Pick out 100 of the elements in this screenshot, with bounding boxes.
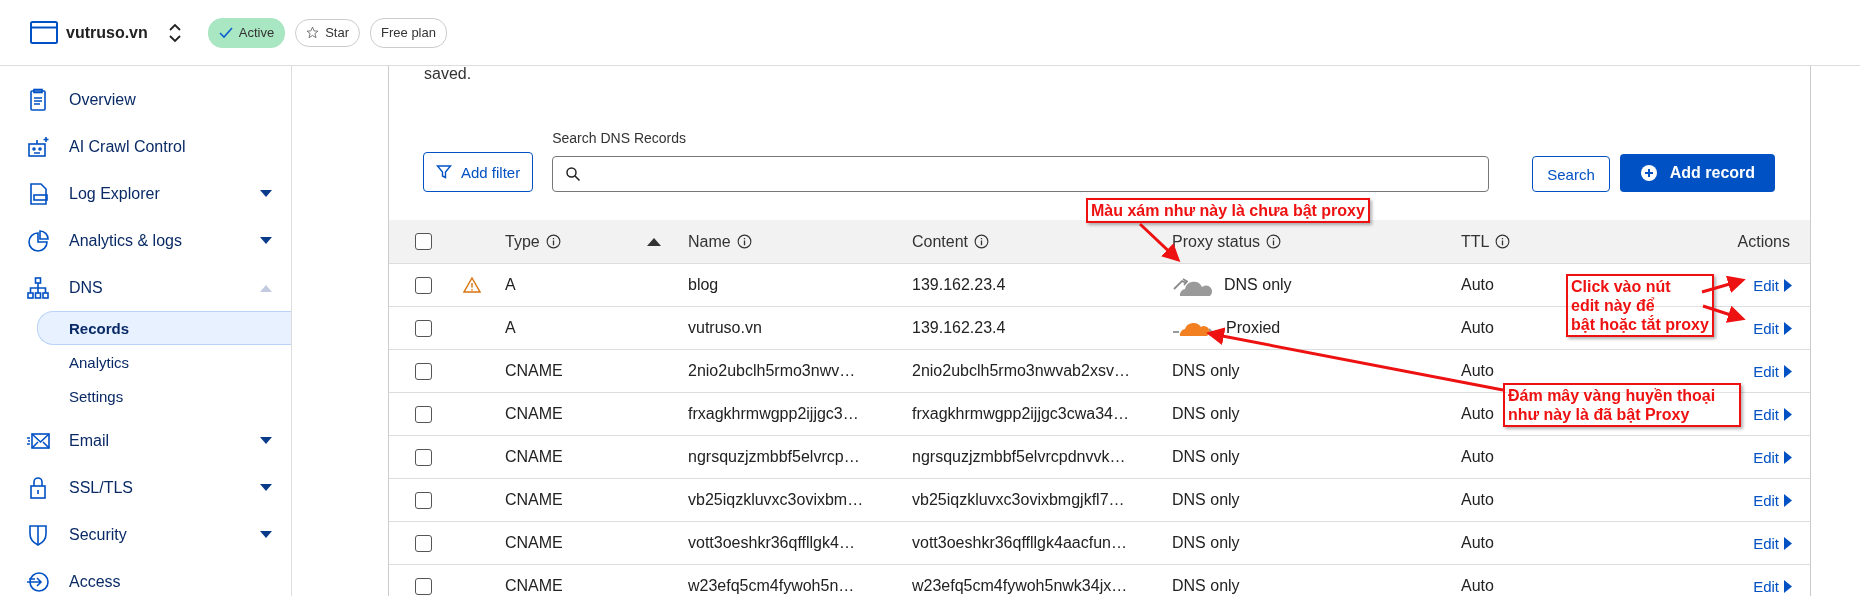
search-label: Search DNS Records xyxy=(552,130,688,146)
sidebar-subitem[interactable]: Records xyxy=(37,311,291,345)
edit-link[interactable]: Edit xyxy=(1753,362,1792,380)
column-header: Name xyxy=(688,232,731,251)
caret-icon xyxy=(1784,450,1792,464)
sidebar-item[interactable]: Analytics & logs xyxy=(0,217,291,264)
edit-link[interactable]: Edit xyxy=(1753,491,1792,509)
table-cell: w23efq5cm4fywoh5nwk34jx… xyxy=(912,577,1128,595)
column-header: TTL xyxy=(1461,232,1490,251)
add-filter-button[interactable]: Add filter xyxy=(423,152,534,192)
table-cell: Auto xyxy=(1461,319,1494,337)
table-cell: Auto xyxy=(1461,534,1494,552)
site-name: vutruso.vn xyxy=(66,23,148,42)
annotation-callout: Đám mây vàng huyền thoại như này là đã bật Proxy xyxy=(1503,383,1741,427)
table-cell: blog xyxy=(688,276,719,294)
sidebar-item[interactable]: AI Crawl Control xyxy=(0,123,291,170)
table-cell: CNAME xyxy=(505,362,563,380)
column-header: Content xyxy=(912,232,969,251)
table-cell: DNS only xyxy=(1172,534,1240,552)
table-cell: CNAME xyxy=(505,534,563,552)
caret-icon xyxy=(1784,407,1792,421)
robot-icon xyxy=(26,134,50,159)
row-checkbox[interactable] xyxy=(415,491,432,509)
chevron-up-down-icon[interactable] xyxy=(167,22,182,43)
sidebar-item[interactable]: Email xyxy=(0,417,291,464)
network-icon xyxy=(26,275,50,300)
shield-icon xyxy=(26,522,50,547)
column-header: Proxy status xyxy=(1172,232,1261,251)
table-cell: DNS only xyxy=(1172,448,1240,466)
sidebar-item[interactable]: SSL/TLS xyxy=(0,464,291,511)
annotation-callout: Màu xám như này là chưa bật proxy xyxy=(1086,198,1370,223)
filter-icon xyxy=(436,164,452,180)
annotation-callout: Click vào nút edit này để bật hoặc tắt proxy xyxy=(1566,274,1714,337)
search-icon xyxy=(565,166,582,182)
plan-badge: Free plan xyxy=(370,17,447,48)
table-cell: A xyxy=(505,319,516,337)
search-field[interactable] xyxy=(552,156,1490,192)
table-cell: ngrsquzjzmbbf5elvrcpdnvvk… xyxy=(912,448,1126,466)
row-checkbox[interactable] xyxy=(415,276,432,294)
caret-icon xyxy=(1784,493,1792,507)
row-checkbox[interactable] xyxy=(415,534,432,552)
table-cell: ngrsquzjzmbbf5elvrcp… xyxy=(688,448,860,466)
edit-link[interactable]: Edit xyxy=(1753,405,1792,423)
table-cell: 2nio2ubclh5rmo3nwv… xyxy=(688,362,856,380)
column-header: Actions xyxy=(1737,232,1790,251)
table-cell: Proxied xyxy=(1226,319,1281,337)
table-cell: Auto xyxy=(1461,491,1494,509)
table-cell: DNS only xyxy=(1224,276,1292,294)
table-cell: vutruso.vn xyxy=(688,319,762,337)
table-cell: CNAME xyxy=(505,577,563,595)
table-cell: vb25iqzkluvxc3ovixbmgjkfl7… xyxy=(912,491,1125,509)
search-button[interactable]: Search xyxy=(1532,156,1610,192)
row-checkbox[interactable] xyxy=(415,319,432,337)
table-cell: A xyxy=(505,276,516,294)
browser-window-icon xyxy=(30,21,58,44)
table-cell: frxagkhrmwgpp2ijjgc3cwa34… xyxy=(912,405,1129,423)
edit-link[interactable]: Edit xyxy=(1753,577,1792,595)
description-text: saved. xyxy=(423,66,473,78)
table-cell: 2nio2ubclh5rmo3nwvab2xsv… xyxy=(912,362,1130,380)
star-button[interactable]: Star xyxy=(295,18,361,47)
table-cell: vb25iqzkluvxc3ovixbm… xyxy=(688,491,864,509)
table-cell: CNAME xyxy=(505,448,563,466)
table-cell: Auto xyxy=(1461,405,1494,423)
sidebar-item[interactable]: Access xyxy=(0,558,291,596)
table-cell: Auto xyxy=(1461,448,1494,466)
sidebar-item[interactable]: Security xyxy=(0,511,291,558)
table-cell: 139.162.23.4 xyxy=(912,276,1006,294)
row-checkbox[interactable] xyxy=(415,577,432,595)
add-record-button[interactable]: Add record xyxy=(1619,154,1776,192)
status-badge: Active xyxy=(207,17,286,48)
row-checkbox[interactable] xyxy=(415,405,432,423)
caret-icon xyxy=(1784,579,1792,593)
sidebar-subitem[interactable]: Settings xyxy=(37,379,291,413)
row-checkbox[interactable] xyxy=(415,448,432,466)
sort-icon[interactable] xyxy=(647,237,661,246)
sidebar-item[interactable]: Log Explorer xyxy=(0,170,291,217)
edit-link[interactable]: Edit xyxy=(1753,276,1792,294)
sidebar-subitem[interactable]: Analytics xyxy=(37,345,291,379)
annotation-arrow xyxy=(1702,304,1746,323)
table-cell: Auto xyxy=(1461,362,1494,380)
row-checkbox[interactable] xyxy=(415,362,432,380)
sidebar-item[interactable]: DNS xyxy=(0,264,291,311)
check-icon xyxy=(218,26,233,39)
table-cell: vott3oeshkr36qffllgk4… xyxy=(688,534,855,552)
table-cell: 139.162.23.4 xyxy=(912,319,1006,337)
caret-icon xyxy=(1784,278,1792,292)
annotation-arrow xyxy=(1701,275,1746,294)
caret-icon xyxy=(1784,536,1792,550)
table-cell: CNAME xyxy=(505,405,563,423)
sign-in-icon xyxy=(26,569,50,594)
table-cell: vott3oeshkr36qffllgk4aacfun… xyxy=(912,534,1127,552)
pie-chart-icon xyxy=(26,228,50,253)
table-cell: DNS only xyxy=(1172,491,1240,509)
select-all-checkbox[interactable] xyxy=(415,233,432,250)
edit-link[interactable]: Edit xyxy=(1753,319,1792,337)
edit-link[interactable]: Edit xyxy=(1753,534,1792,552)
table-cell: DNS only xyxy=(1172,577,1240,595)
sidebar-item[interactable]: Overview xyxy=(0,76,291,123)
edit-link[interactable]: Edit xyxy=(1753,448,1792,466)
table-cell: CNAME xyxy=(505,491,563,509)
